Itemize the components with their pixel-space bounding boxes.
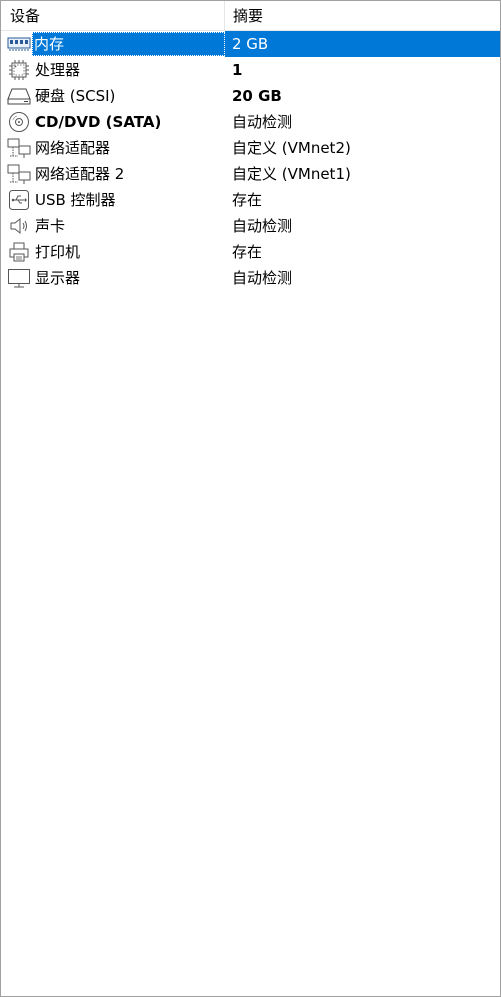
processor-icon <box>6 58 32 82</box>
device-summary: 2 GB <box>225 31 500 57</box>
column-header-device[interactable]: 设备 <box>1 1 225 30</box>
device-cell: 网络适配器 <box>1 135 225 161</box>
device-summary: 存在 <box>232 243 263 261</box>
device-rows: 内存 2 GB 处理器 1 硬盘 (SCSI) 20 GB CD/DVD (SA… <box>1 31 500 291</box>
printer-icon <box>6 240 32 264</box>
column-header-summary[interactable]: 摘要 <box>225 1 500 30</box>
device-name: 打印机 <box>35 243 81 261</box>
device-cell: 硬盘 (SCSI) <box>1 83 225 109</box>
device-row-hard-disk[interactable]: 硬盘 (SCSI) 20 GB <box>1 83 500 109</box>
sound-card-icon <box>6 214 32 238</box>
hard-disk-icon <box>6 84 32 108</box>
device-row-usb-controller[interactable]: USB 控制器 存在 <box>1 187 500 213</box>
cd-dvd-icon <box>6 110 32 134</box>
device-row-processor[interactable]: 处理器 1 <box>1 57 500 83</box>
device-summary: 自动检测 <box>232 269 293 287</box>
device-summary: 自定义 (VMnet1) <box>232 165 351 183</box>
device-cell: 声卡 <box>1 213 225 239</box>
memory-icon <box>6 32 32 56</box>
device-name: 声卡 <box>35 217 66 235</box>
device-cell: 显示器 <box>1 265 225 291</box>
display-icon <box>6 266 32 290</box>
device-row-network-adapter[interactable]: 网络适配器 自定义 (VMnet2) <box>1 135 500 161</box>
device-cell: 内存 <box>1 31 225 57</box>
usb-icon <box>6 188 32 212</box>
device-cell: USB 控制器 <box>1 187 225 213</box>
device-name: 硬盘 (SCSI) <box>35 87 116 105</box>
device-name: CD/DVD (SATA) <box>35 113 162 131</box>
device-summary: 1 <box>232 61 243 79</box>
device-cell: 处理器 <box>1 57 225 83</box>
device-name: 网络适配器 <box>35 139 111 157</box>
device-summary: 自动检测 <box>232 217 293 235</box>
device-cell: 打印机 <box>1 239 225 265</box>
device-name: 内存 <box>32 32 225 56</box>
device-summary: 自定义 (VMnet2) <box>232 139 351 157</box>
list-header: 设备 摘要 <box>1 1 500 31</box>
device-summary: 存在 <box>232 191 263 209</box>
device-row-sound-card[interactable]: 声卡 自动检测 <box>1 213 500 239</box>
device-name: USB 控制器 <box>35 191 116 209</box>
device-row-network-adapter-2[interactable]: 网络适配器 2 自定义 (VMnet1) <box>1 161 500 187</box>
device-row-memory[interactable]: 内存 2 GB <box>1 31 500 57</box>
device-row-display[interactable]: 显示器 自动检测 <box>1 265 500 291</box>
device-summary: 20 GB <box>232 87 282 105</box>
network-adapter-icon <box>6 136 32 160</box>
device-name: 网络适配器 2 <box>35 165 125 183</box>
device-row-cd-dvd[interactable]: CD/DVD (SATA) 自动检测 <box>1 109 500 135</box>
device-list-panel: 设备 摘要 内存 2 GB 处理器 1 硬盘 (SCSI) 20 GB CD/D… <box>0 0 501 997</box>
device-name: 处理器 <box>35 61 81 79</box>
device-row-printer[interactable]: 打印机 存在 <box>1 239 500 265</box>
device-cell: CD/DVD (SATA) <box>1 109 225 135</box>
device-name: 显示器 <box>35 269 81 287</box>
device-cell: 网络适配器 2 <box>1 161 225 187</box>
device-summary: 自动检测 <box>232 113 293 131</box>
network-adapter-icon <box>6 162 32 186</box>
